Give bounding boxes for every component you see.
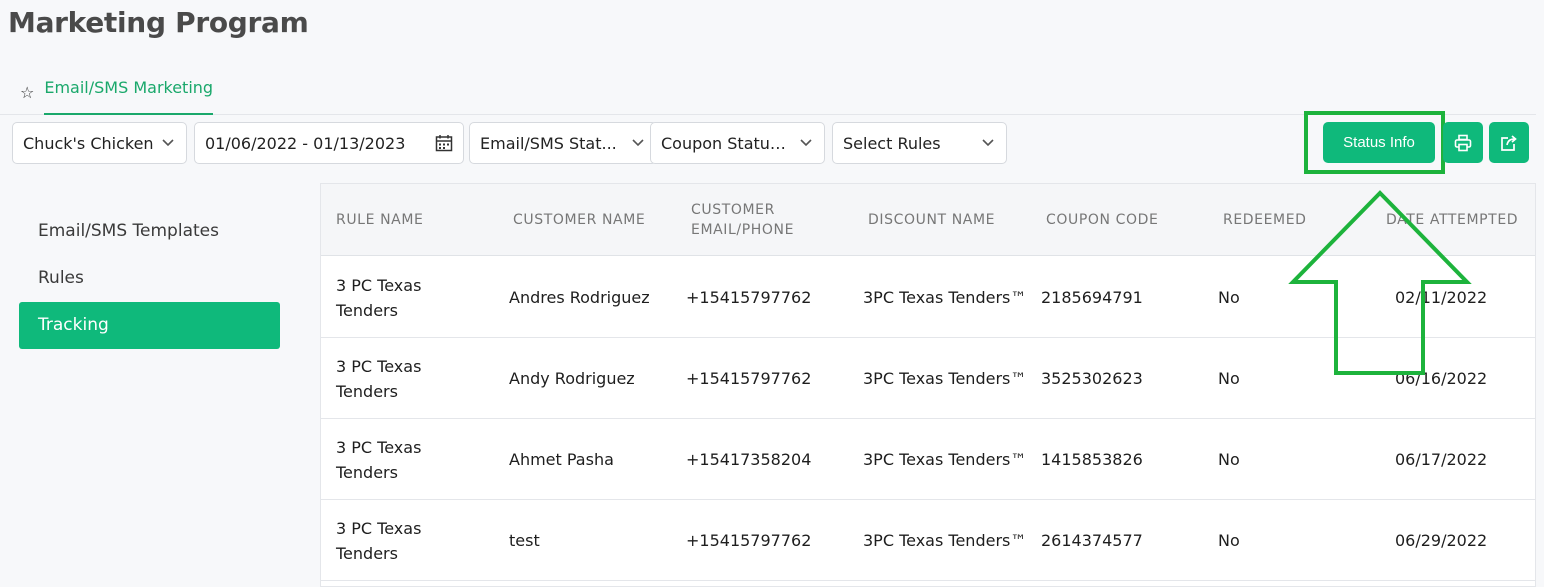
cell-coupon-code: 1415853826: [1041, 450, 1143, 469]
star-icon[interactable]: ☆: [20, 83, 34, 102]
chevron-down-icon: [982, 136, 996, 150]
cell-rule-name: 3 PC Texas Tenders: [336, 275, 422, 320]
cell-rule-name: 3 PC Texas Tenders: [336, 356, 422, 401]
tracking-table: RULE NAME CUSTOMER NAME CUSTOMER EMAIL/P…: [320, 183, 1536, 587]
tab-email-sms-marketing[interactable]: ☆ Email/SMS Marketing: [20, 70, 214, 115]
cell-redeemed: No: [1218, 531, 1240, 550]
date-range-value: 01/06/2022 - 01/13/2023: [205, 133, 406, 153]
cell-rule-name: 3 PC Texas Tenders: [336, 437, 422, 482]
column-header-discount-name[interactable]: DISCOUNT NAME: [868, 184, 1038, 256]
email-sms-status-select[interactable]: Email/SMS Stat...: [469, 122, 657, 164]
cell-customer-name: test: [509, 531, 540, 550]
cell-discount-name: 3PC Texas Tenders™: [863, 450, 1027, 469]
email-sms-status-value: Email/SMS Stat...: [480, 133, 617, 153]
cell-customer-contact: +15415797762: [686, 531, 812, 550]
column-header-customer-name[interactable]: CUSTOMER NAME: [513, 184, 683, 256]
cell-customer-contact: +15415797762: [686, 369, 812, 388]
rules-select[interactable]: Select Rules: [832, 122, 1007, 164]
table-row[interactable]: 3 PC Texas Tenders Ahmet Pasha +15417358…: [321, 419, 1535, 500]
cell-discount-name: 3PC Texas Tenders™: [863, 288, 1027, 307]
cell-customer-name: Andy Rodriguez: [509, 369, 635, 388]
rules-select-value: Select Rules: [843, 133, 941, 153]
column-header-date-attempted[interactable]: DATE ATTEMPTED: [1386, 184, 1535, 256]
cell-discount-name: 3PC Texas Tenders™: [863, 369, 1027, 388]
sidebar-item-rules[interactable]: Rules: [19, 255, 280, 302]
date-range-picker[interactable]: 01/06/2022 - 01/13/2023: [194, 122, 464, 164]
share-export-icon: [1500, 134, 1518, 152]
table-header: RULE NAME CUSTOMER NAME CUSTOMER EMAIL/P…: [321, 184, 1535, 256]
cell-date-attempted: 06/29/2022: [1395, 531, 1488, 550]
calendar-icon[interactable]: [435, 134, 453, 152]
column-header-rule-name[interactable]: RULE NAME: [336, 184, 501, 256]
tab-bar: ☆ Email/SMS Marketing: [0, 70, 1536, 115]
coupon-status-select[interactable]: Coupon Status -...: [650, 122, 825, 164]
cell-customer-contact: +15417358204: [686, 450, 812, 469]
page-title: Marketing Program: [8, 6, 309, 39]
cell-date-attempted: 02/11/2022: [1395, 288, 1488, 307]
cell-customer-name: Andres Rodriguez: [509, 288, 650, 307]
location-select[interactable]: Chuck's Chicken: [12, 122, 187, 164]
table-row[interactable]: 3 PC Texas Tenders Andy Rodriguez +15415…: [321, 338, 1535, 419]
cell-redeemed: No: [1218, 450, 1240, 469]
sidebar-item-email-sms-templates[interactable]: Email/SMS Templates: [19, 208, 280, 255]
location-select-value: Chuck's Chicken: [23, 133, 154, 153]
cell-redeemed: No: [1218, 369, 1240, 388]
cell-customer-contact: +15415797762: [686, 288, 812, 307]
table-row[interactable]: 3 PC Texas Tenders Andres Rodriguez +154…: [321, 257, 1535, 338]
cell-coupon-code: 2614374577: [1041, 531, 1143, 550]
export-button[interactable]: [1489, 122, 1529, 163]
column-header-coupon-code[interactable]: COUPON CODE: [1046, 184, 1206, 256]
table-row[interactable]: 3 PC Texas Tenders test +15415797762 3PC…: [321, 500, 1535, 581]
status-info-button[interactable]: Status Info: [1323, 122, 1435, 163]
cell-coupon-code: 3525302623: [1041, 369, 1143, 388]
cell-date-attempted: 06/16/2022: [1395, 369, 1488, 388]
chevron-down-icon: [162, 136, 176, 150]
cell-discount-name: 3PC Texas Tenders™: [863, 531, 1027, 550]
chevron-down-icon: [632, 136, 646, 150]
column-header-redeemed[interactable]: REDEEMED: [1223, 184, 1353, 256]
tab-label: Email/SMS Marketing: [44, 70, 214, 115]
printer-icon: [1454, 134, 1472, 152]
coupon-status-value: Coupon Status -...: [661, 133, 794, 153]
sidebar-item-tracking[interactable]: Tracking: [19, 302, 280, 349]
cell-rule-name: 3 PC Texas Tenders: [336, 518, 422, 563]
cell-redeemed: No: [1218, 288, 1240, 307]
column-header-customer-contact[interactable]: CUSTOMER EMAIL/PHONE: [691, 184, 821, 256]
cell-customer-name: Ahmet Pasha: [509, 450, 614, 469]
chevron-down-icon: [800, 136, 814, 150]
cell-coupon-code: 2185694791: [1041, 288, 1143, 307]
cell-date-attempted: 06/17/2022: [1395, 450, 1488, 469]
sidebar: Email/SMS Templates Rules Tracking: [19, 208, 280, 349]
print-button[interactable]: [1443, 122, 1483, 163]
